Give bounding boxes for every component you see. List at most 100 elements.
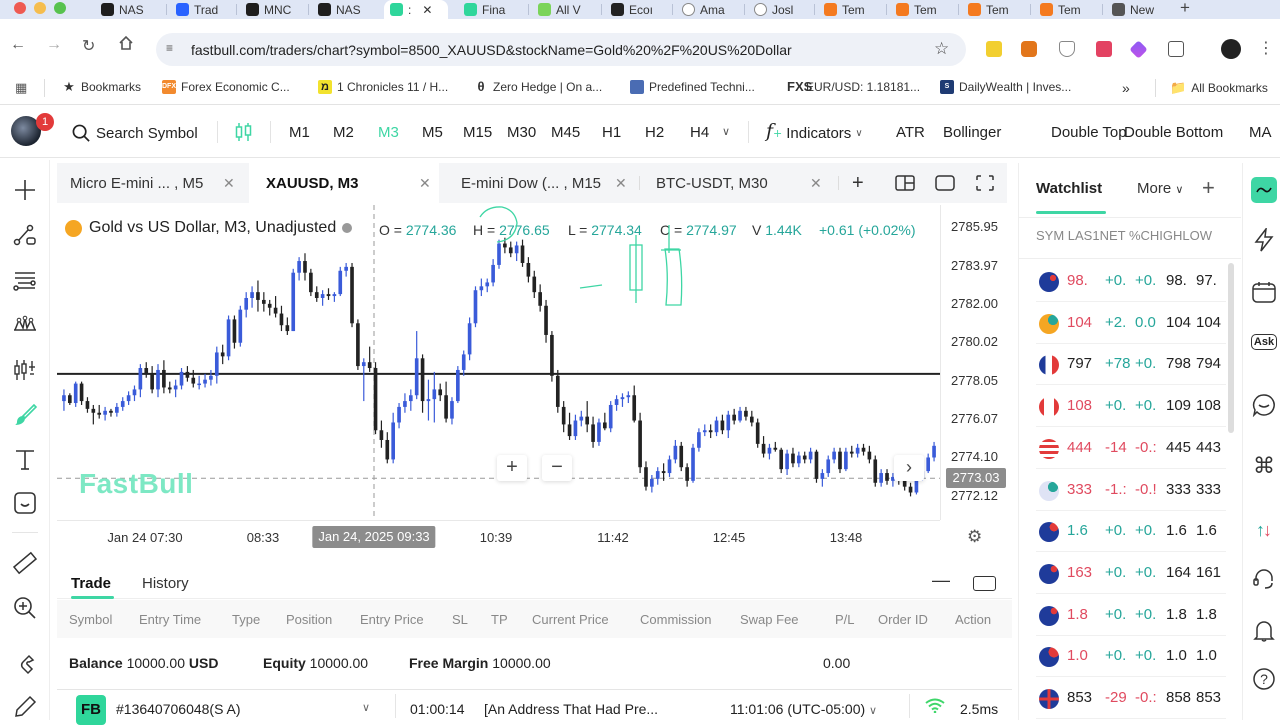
- magnet-tool-icon[interactable]: [10, 650, 40, 680]
- zoom-in-tool-icon[interactable]: [10, 593, 40, 623]
- price-axis[interactable]: 2785.95 2783.97 2782.00 2780.02 2778.05 2776.…: [940, 205, 1012, 520]
- watchlist-row[interactable]: 853 -29 -0.: 858 853: [1036, 677, 1226, 719]
- browser-tab[interactable]: Trad: [170, 0, 234, 19]
- apps-grid-icon[interactable]: ▦: [15, 80, 27, 96]
- all-bookmarks-button[interactable]: 📁 All Bookmarks: [1170, 80, 1268, 96]
- layout-single-icon[interactable]: [935, 175, 955, 196]
- indicator-atr[interactable]: ATR: [896, 124, 925, 141]
- chart-tab-emini-dow[interactable]: E-mini Dow (... , M15 ✕: [447, 163, 637, 203]
- lock-drawing-tool-icon[interactable]: [10, 692, 40, 722]
- bookmark-item[interactable]: DFX Forex Economic C...: [162, 80, 290, 94]
- timeframe-m30[interactable]: M30: [507, 124, 536, 141]
- shield-extension-icon[interactable]: [1059, 41, 1075, 57]
- watchlist-row[interactable]: 104 +2. 0.0 104 104: [1036, 302, 1226, 344]
- close-tab-icon[interactable]: ✕: [810, 175, 822, 192]
- trendline-tool-icon[interactable]: [10, 220, 40, 250]
- browser-tab[interactable]: All V: [532, 0, 596, 19]
- candlestick-type-icon[interactable]: [235, 122, 253, 146]
- address-bar[interactable]: ≡ fastbull.com/traders/chart?symbol=8500…: [156, 33, 966, 66]
- close-tab-icon[interactable]: ✕: [223, 175, 235, 192]
- bookmark-item[interactable]: Predefined Techni...: [630, 80, 755, 94]
- bookmark-item[interactable]: S DailyWealth | Inves...: [940, 80, 1071, 94]
- add-watchlist-icon[interactable]: +: [1202, 175, 1215, 201]
- bookmark-item[interactable]: מ 1 Chronicles 11 / H...: [318, 80, 448, 94]
- timeframe-h4[interactable]: H4: [690, 124, 709, 141]
- clock-timezone-selector[interactable]: 11:01:06 (UTC-05:00) ∨: [730, 701, 877, 717]
- help-icon[interactable]: ?: [1251, 666, 1277, 692]
- trade-up-down-icon[interactable]: ↑ ↓: [1251, 517, 1277, 543]
- watchlist-scrollbar[interactable]: [1228, 263, 1234, 433]
- brush-tool-icon[interactable]: [10, 400, 40, 430]
- chart-tab-btc-usdt[interactable]: BTC-USDT, M30 ✕: [643, 163, 833, 203]
- bookmark-item[interactable]: FXS EUR/USD: 1.18181...: [787, 80, 920, 95]
- browser-tab[interactable]: MNC: [240, 0, 304, 19]
- more-timeframes-chevron-icon[interactable]: ∨: [722, 125, 730, 138]
- search-symbol-button[interactable]: Search Symbol: [72, 124, 198, 143]
- browser-tab[interactable]: Tem: [818, 0, 882, 19]
- watchlist-tab[interactable]: Watchlist: [1036, 180, 1102, 197]
- chat-icon[interactable]: [1251, 392, 1277, 418]
- calendar-icon[interactable]: [1251, 279, 1277, 305]
- browser-tab[interactable]: : ✕: [384, 0, 448, 19]
- close-tab-icon[interactable]: ✕: [615, 175, 627, 192]
- indicators-button[interactable]: f+ Indicators ∨: [766, 120, 863, 142]
- news-ticker[interactable]: [An Address That Had Pre...: [484, 701, 658, 717]
- close-window-button[interactable]: [14, 2, 26, 14]
- tab-trade[interactable]: Trade: [71, 575, 111, 592]
- timeframe-m1[interactable]: M1: [289, 124, 310, 141]
- site-settings-icon[interactable]: ≡: [166, 41, 173, 55]
- metamask-icon[interactable]: [1021, 41, 1037, 57]
- ruler-tool-icon[interactable]: [10, 548, 40, 578]
- close-tab-icon[interactable]: ✕: [419, 175, 431, 192]
- support-headset-icon[interactable]: [1251, 566, 1277, 592]
- maximize-window-button[interactable]: [54, 2, 66, 14]
- watchlist-row[interactable]: 1.0 +0. +0. 1.0 1.0: [1036, 635, 1226, 678]
- browser-tab[interactable]: NAS: [312, 0, 376, 19]
- home-icon[interactable]: [118, 35, 134, 56]
- pattern-tool-icon[interactable]: [10, 310, 40, 340]
- position-tool-icon[interactable]: [10, 355, 40, 385]
- watchlist-more-button[interactable]: More ∨: [1137, 180, 1183, 197]
- back-icon[interactable]: ←: [10, 36, 26, 54]
- minimize-panel-icon[interactable]: —: [932, 570, 950, 591]
- scroll-right-button[interactable]: ›: [894, 455, 924, 481]
- chart-tab-micro-emini[interactable]: Micro E-mini ... , M5 ✕: [57, 163, 247, 203]
- watchlist-row[interactable]: 1.8 +0. +0. 1.8 1.8: [1036, 594, 1226, 636]
- timeframe-m3[interactable]: M3: [378, 124, 399, 141]
- maximize-panel-icon[interactable]: [973, 576, 996, 591]
- indicator-ma[interactable]: MA: [1249, 124, 1272, 141]
- indicator-double-top[interactable]: Double Top: [1051, 124, 1127, 141]
- add-chart-tab-icon[interactable]: +: [852, 172, 864, 195]
- chart-settings-gear-icon[interactable]: ⚙: [967, 527, 982, 547]
- watchlist-row[interactable]: 108 +0. +0. 109 108: [1036, 385, 1226, 428]
- more-bookmarks-button[interactable]: »: [1122, 80, 1130, 96]
- timeframe-h2[interactable]: H2: [645, 124, 664, 141]
- timeframe-m5[interactable]: M5: [422, 124, 443, 141]
- browser-tab[interactable]: New: [1106, 0, 1170, 19]
- tab-history[interactable]: History: [142, 575, 189, 592]
- extensions-puzzle-icon[interactable]: [1168, 41, 1184, 57]
- timeframe-m45[interactable]: M45: [551, 124, 580, 141]
- watchlist-row[interactable]: 98. +0. +0. 98. 97.: [1036, 260, 1226, 302]
- browser-tab[interactable]: Tem: [1034, 0, 1098, 19]
- browser-tab[interactable]: NAS: [95, 0, 159, 19]
- watchlist-row[interactable]: 797 +78 +0. 798 794: [1036, 343, 1226, 386]
- timeframe-h1[interactable]: H1: [602, 124, 621, 141]
- chart-mode-icon[interactable]: [1251, 177, 1277, 203]
- price-chart[interactable]: FastBull Gold vs US Dollar, M3, Unadjust…: [57, 205, 1012, 552]
- profile-avatar[interactable]: [1221, 39, 1241, 59]
- reload-icon[interactable]: ↻: [82, 36, 95, 56]
- minimize-window-button[interactable]: [34, 2, 46, 14]
- indicator-bollinger[interactable]: Bollinger: [943, 124, 1001, 141]
- bookmark-item[interactable]: θ Zero Hedge | On a...: [474, 80, 602, 95]
- browser-tab[interactable]: Tem: [962, 0, 1026, 19]
- zoom-in-button[interactable]: +: [497, 455, 527, 481]
- horizontal-lines-tool-icon[interactable]: [10, 265, 40, 295]
- account-selector[interactable]: #13640706048(S A): [116, 701, 241, 717]
- watchlist-row[interactable]: 1.6 +0. +0. 1.6 1.6: [1036, 510, 1226, 553]
- bookmark-star-icon[interactable]: ☆: [934, 39, 949, 59]
- extension-red-icon[interactable]: [1096, 41, 1112, 57]
- flash-news-icon[interactable]: [1251, 227, 1277, 253]
- time-axis[interactable]: Jan 24 07:30 08:33 10:39 11:42 12:45 13:48 Jan…: [57, 520, 940, 552]
- extension-yellow-icon[interactable]: [986, 41, 1002, 57]
